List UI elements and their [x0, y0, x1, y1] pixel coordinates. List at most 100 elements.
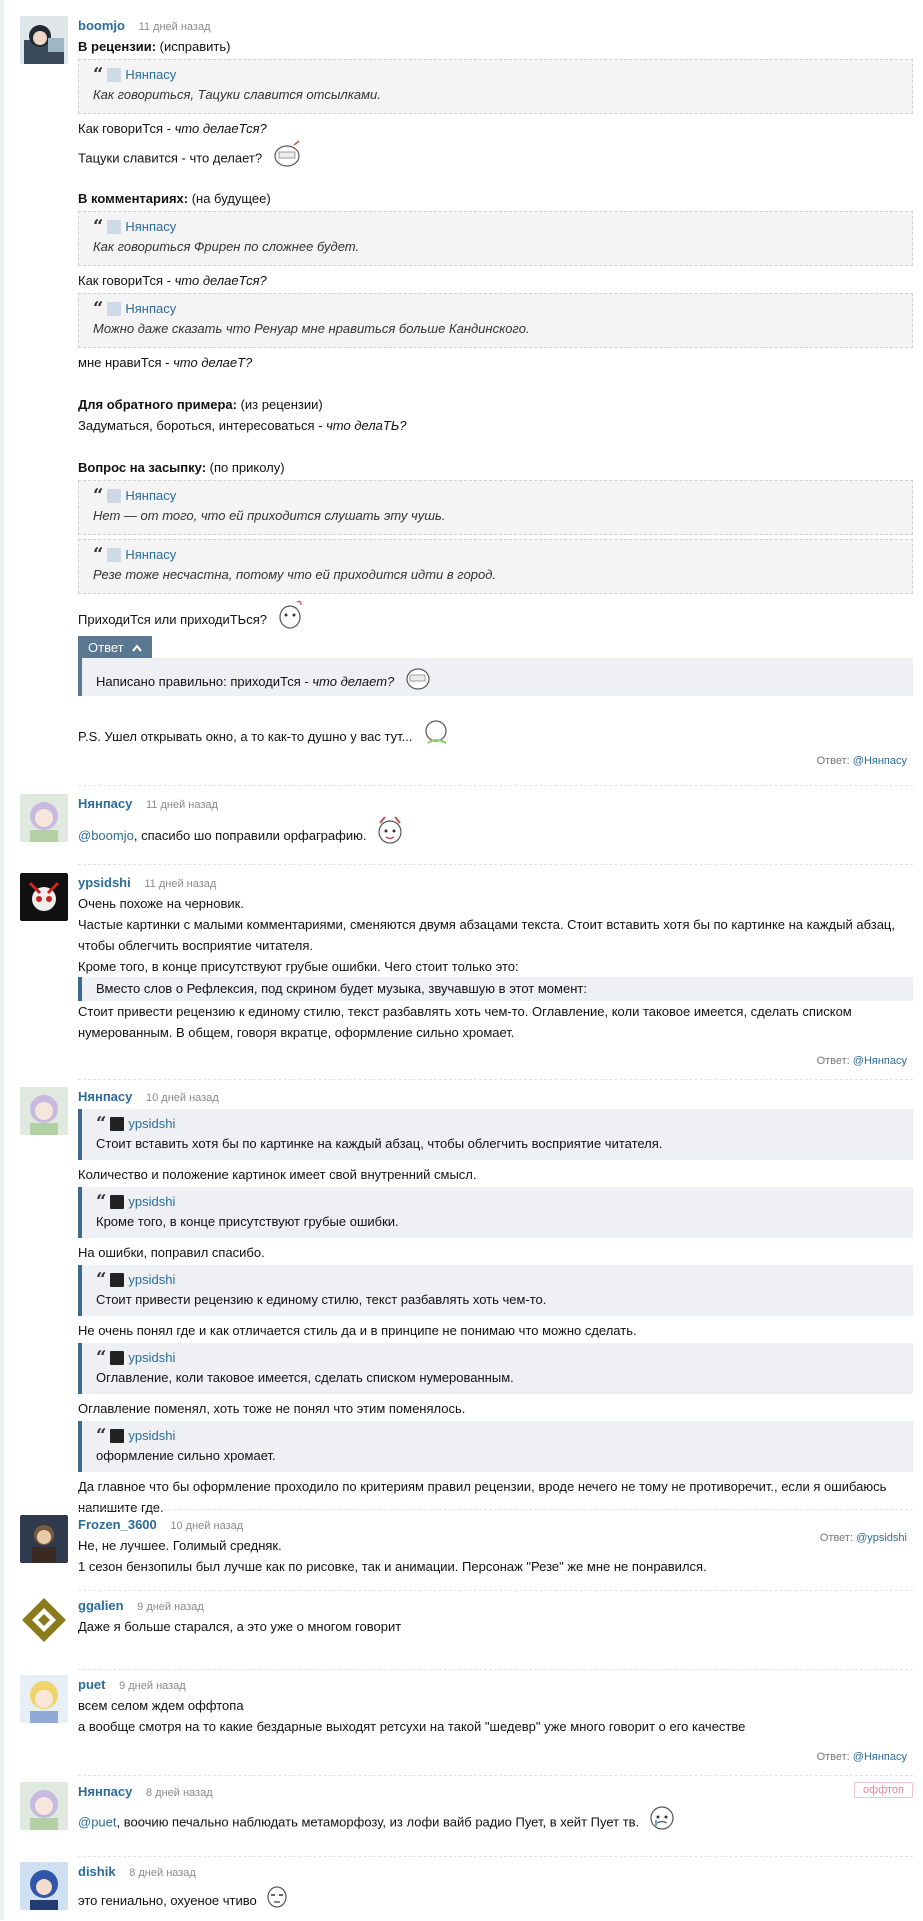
- divider: [78, 1669, 913, 1670]
- timestamp[interactable]: 8 дней назад: [129, 1867, 196, 1879]
- quote-author[interactable]: ypsidshi: [128, 1114, 175, 1134]
- text-line: Кроме того, в конце присутствуют грубые …: [78, 959, 519, 974]
- text-line: чтобы облегчить восприятие читателя.: [78, 938, 313, 953]
- bold-label: В рецензии:: [78, 39, 157, 54]
- text-italic: что делаТЬ?: [326, 418, 407, 433]
- text: (на будущее): [188, 191, 271, 206]
- text: Как говориТся -: [78, 121, 175, 136]
- avatar-small: [107, 548, 122, 562]
- quote-author[interactable]: Нянпасу: [125, 299, 176, 319]
- timestamp[interactable]: 9 дней назад: [137, 1601, 204, 1613]
- timestamp[interactable]: 9 дней назад: [119, 1680, 186, 1692]
- quote-block: “ ypsidshi Стоит привести рецензию к един…: [78, 1265, 913, 1316]
- quote-text: Стоит вставить хотя бы по картинке на ка…: [96, 1136, 663, 1151]
- reply-to: Ответ: @Нянпасу: [78, 753, 913, 769]
- text-line: В комментариях: (на будущее): [78, 188, 913, 209]
- quote-author[interactable]: ypsidshi: [128, 1270, 175, 1290]
- bold-label: Для обратного примера:: [78, 397, 237, 412]
- username[interactable]: ypsidshi: [78, 875, 131, 890]
- sticker-icon: [275, 598, 305, 643]
- quote-block: Вместо слов о Рефлексия, под скрином буд…: [78, 977, 913, 1001]
- avatar[interactable]: [20, 16, 68, 64]
- timestamp[interactable]: 8 дней назад: [146, 1787, 213, 1799]
- text-line: Как говориТся - что делаеТся?: [78, 118, 913, 139]
- text-line: ПриходиТся или приходиТЬся?: [78, 598, 913, 632]
- username[interactable]: Frozen_3600: [78, 1517, 157, 1532]
- quote-author[interactable]: Нянпасу: [125, 217, 176, 237]
- avatar-small: [107, 489, 122, 503]
- quote-text: оформление сильно хромает.: [96, 1448, 276, 1463]
- username[interactable]: dishik: [78, 1864, 116, 1879]
- divider: [78, 785, 913, 786]
- avatar[interactable]: [20, 794, 68, 842]
- quote-marks-icon: “: [96, 1425, 107, 1446]
- text-line: Задуматься, бороться, интересоваться - ч…: [78, 415, 913, 436]
- quote-author[interactable]: Нянпасу: [125, 486, 176, 506]
- username[interactable]: Нянпасу: [78, 796, 132, 811]
- text-line: Как говориТся - что делаеТся?: [78, 270, 913, 291]
- text-line: P.S. Ушел открывать окно, а то как-то ду…: [78, 717, 913, 747]
- answer-label: Ответ: [88, 639, 124, 655]
- quote-marks-icon: “: [96, 1113, 107, 1134]
- reply-link[interactable]: @Нянпасу: [853, 1751, 907, 1763]
- avatar[interactable]: [20, 1675, 68, 1723]
- quote-text: Можно даже сказать что Ренуар мне нравит…: [93, 321, 530, 336]
- avatar-small: [110, 1429, 125, 1443]
- text-line: это гениально, охуеное чтиво: [78, 1882, 913, 1912]
- quote-marks-icon: “: [93, 64, 104, 85]
- text-italic: что делаеТся?: [174, 273, 267, 288]
- avatar[interactable]: [20, 1862, 68, 1910]
- avatar[interactable]: [20, 1782, 68, 1830]
- avatar[interactable]: [20, 873, 68, 921]
- quote-text: Резе тоже несчастна, потому что ей прихо…: [93, 567, 497, 582]
- text-line: Даже я больше старался, а это уже о мног…: [78, 1619, 402, 1634]
- mention-link[interactable]: @boomjo: [78, 828, 134, 843]
- text-line: На ошибки, поправил спасибо.: [78, 1245, 265, 1260]
- reply-link[interactable]: @Нянпасу: [853, 1055, 907, 1067]
- quote-text: Кроме того, в конце присутствуют грубые …: [96, 1214, 399, 1229]
- text-italic: что делаеТ?: [173, 355, 253, 370]
- avatar-small: [110, 1195, 125, 1209]
- username[interactable]: puet: [78, 1677, 105, 1692]
- mention-link[interactable]: @puet: [78, 1814, 117, 1829]
- quote-author[interactable]: ypsidshi: [128, 1348, 175, 1368]
- quote-author[interactable]: Нянпасу: [125, 545, 176, 565]
- avatar-small: [110, 1351, 125, 1365]
- timestamp[interactable]: 10 дней назад: [146, 1092, 219, 1104]
- avatar-small: [110, 1273, 125, 1287]
- text-line: 1 сезон бензопилы был лучше как по рисов…: [78, 1559, 707, 1574]
- quote-marks-icon: “: [93, 485, 104, 506]
- username[interactable]: Нянпасу: [78, 1784, 132, 1799]
- avatar[interactable]: [20, 1515, 68, 1563]
- quote-text: Как говориться Фрирен по сложнее будет.: [93, 239, 360, 254]
- timestamp[interactable]: 11 дней назад: [144, 878, 216, 890]
- avatar-small: [107, 302, 122, 316]
- username[interactable]: boomjo: [78, 18, 125, 33]
- username[interactable]: ggalien: [78, 1598, 124, 1613]
- timestamp[interactable]: 10 дней назад: [170, 1520, 243, 1532]
- quote-marks-icon: “: [96, 1347, 107, 1368]
- quote-text: Стоит привести рецензию к единому стилю,…: [96, 1292, 547, 1307]
- text-line: Для обратного примера: (из рецензии): [78, 394, 913, 415]
- avatar-small: [107, 220, 122, 234]
- sticker-icon: [420, 717, 452, 758]
- sticker-icon: [264, 1882, 290, 1921]
- reply-link[interactable]: @Нянпасу: [853, 755, 907, 767]
- bold-label: В комментариях:: [78, 191, 189, 206]
- text: P.S. Ушел открывать окно, а то как-то ду…: [78, 728, 413, 744]
- username[interactable]: Нянпасу: [78, 1089, 132, 1104]
- text-line: Не очень понял где и как отличается стил…: [78, 1323, 637, 1338]
- quote-author[interactable]: ypsidshi: [128, 1426, 175, 1446]
- avatar[interactable]: [20, 1087, 68, 1135]
- text-line: Не, не лучшее. Голимый средняк.: [78, 1538, 282, 1553]
- text-line: В рецензии: (исправить): [78, 36, 913, 57]
- quote-author[interactable]: Нянпасу: [125, 65, 176, 85]
- quote-block: “ ypsidshi Стоит вставить хотя бы по карт…: [78, 1109, 913, 1160]
- timestamp[interactable]: 11 дней назад: [139, 21, 211, 33]
- text-line: Да главное что бы оформление проходило п…: [78, 1479, 887, 1494]
- timestamp[interactable]: 11 дней назад: [146, 799, 218, 811]
- avatar[interactable]: [20, 1596, 68, 1644]
- quote-author[interactable]: ypsidshi: [128, 1192, 175, 1212]
- answer-toggle-button[interactable]: Ответ: [78, 636, 152, 658]
- divider: [78, 1079, 913, 1080]
